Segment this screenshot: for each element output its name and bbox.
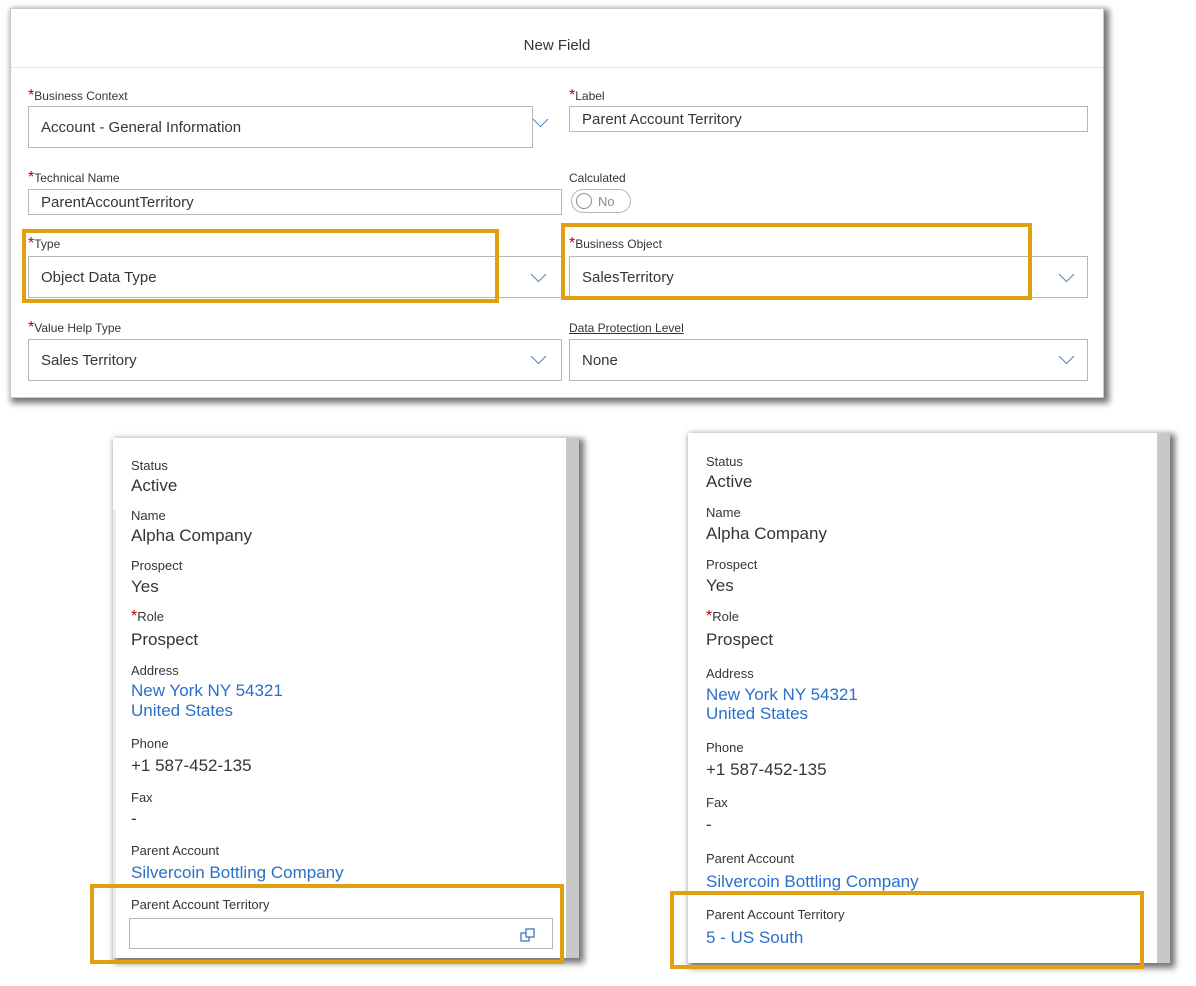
fax-label: Fax: [131, 790, 153, 805]
value-help-type-select[interactable]: Sales Territory: [28, 339, 562, 381]
phone-label: Phone: [131, 736, 169, 751]
account-detail-panel-after: Status Active Name Alpha Company Prospec…: [688, 433, 1170, 963]
open-value-help-icon[interactable]: [520, 927, 536, 943]
name-label: Name: [706, 505, 741, 520]
scrollbar[interactable]: [1157, 433, 1170, 963]
label-text: Business Object: [575, 237, 662, 251]
address-line2-link[interactable]: United States: [131, 700, 233, 721]
prospect-value: Yes: [131, 577, 159, 596]
status-label: Status: [706, 454, 743, 469]
phone-label: Phone: [706, 740, 744, 755]
selected-value: Object Data Type: [41, 268, 157, 286]
label-text: Technical Name: [34, 171, 120, 185]
prospect-label: Prospect: [131, 558, 183, 573]
status-value: Active: [706, 472, 753, 491]
scrollbar[interactable]: [566, 438, 579, 958]
parent-account-label: Parent Account: [131, 843, 220, 858]
selected-value: Account - General Information: [41, 118, 242, 136]
parent-account-territory-link[interactable]: 5 - US South: [706, 927, 803, 948]
parent-account-territory-label: Parent Account Territory: [131, 897, 270, 912]
label-input[interactable]: Parent Account Territory: [569, 106, 1088, 132]
toggle-text: No: [598, 193, 615, 209]
type-label: *Type: [28, 235, 60, 253]
address-line1-link[interactable]: New York NY 54321: [131, 680, 283, 701]
role-value: Prospect: [131, 630, 199, 649]
parent-account-label: Parent Account: [706, 851, 795, 866]
parent-account-territory-input[interactable]: [129, 918, 553, 949]
panel-edge: [113, 510, 116, 958]
data-protection-level-select[interactable]: None: [569, 339, 1088, 381]
role-value: Prospect: [706, 630, 774, 649]
label-text: Label: [575, 89, 605, 103]
label-text: Value Help Type: [34, 321, 122, 335]
parent-account-territory-label: Parent Account Territory: [706, 907, 845, 922]
type-select[interactable]: Object Data Type: [28, 256, 562, 298]
calculated-toggle[interactable]: No: [571, 189, 631, 213]
parent-account-link[interactable]: Silvercoin Bottling Company: [131, 862, 344, 883]
technical-name-label: *Technical Name: [28, 169, 120, 187]
new-field-dialog: New Field *Business Context Account - Ge…: [10, 8, 1104, 398]
input-value: Parent Account Territory: [582, 110, 742, 128]
name-value: Alpha Company: [131, 526, 252, 545]
parent-account-link[interactable]: Silvercoin Bottling Company: [706, 871, 919, 892]
address-line2-link[interactable]: United States: [706, 703, 808, 724]
status-label: Status: [131, 458, 168, 473]
selected-value: SalesTerritory: [582, 268, 674, 286]
prospect-label: Prospect: [706, 557, 758, 572]
selected-value: Sales Territory: [41, 351, 137, 369]
name-value: Alpha Company: [706, 524, 827, 543]
value-help-type-label: *Value Help Type: [28, 319, 121, 337]
business-object-select[interactable]: SalesTerritory: [569, 256, 1088, 298]
label-field-label: *Label: [569, 87, 605, 105]
selected-value: None: [582, 351, 618, 369]
name-label: Name: [131, 508, 166, 523]
address-label: Address: [706, 666, 754, 681]
address-label: Address: [131, 663, 179, 678]
fax-label: Fax: [706, 795, 728, 810]
label-text: Type: [34, 237, 61, 251]
technical-name-input[interactable]: ParentAccountTerritory: [28, 189, 562, 215]
input-value: ParentAccountTerritory: [41, 193, 194, 211]
phone-value: +1 587-452-135: [131, 756, 252, 775]
data-protection-level-label[interactable]: Data Protection Level: [569, 321, 684, 335]
prospect-value: Yes: [706, 576, 734, 595]
fax-value: -: [706, 815, 712, 834]
chevron-down-icon[interactable]: [532, 111, 549, 128]
role-label: *Role: [131, 608, 164, 626]
business-context-select[interactable]: Account - General Information: [28, 106, 533, 148]
role-label: *Role: [706, 608, 739, 626]
phone-value: +1 587-452-135: [706, 760, 827, 779]
fax-value: -: [131, 809, 137, 828]
label-text: Business Context: [34, 89, 128, 103]
toggle-off-icon: [576, 193, 592, 209]
business-context-label: *Business Context: [28, 87, 128, 105]
status-value: Active: [131, 476, 178, 495]
account-detail-panel-before: Status Active Name Alpha Company Prospec…: [113, 438, 579, 958]
address-line1-link[interactable]: New York NY 54321: [706, 684, 858, 705]
business-object-label: *Business Object: [569, 235, 662, 253]
calculated-label: Calculated: [569, 171, 626, 185]
dialog-title: New Field: [11, 9, 1103, 68]
label-text: Role: [137, 609, 164, 624]
label-text: Role: [712, 609, 739, 624]
